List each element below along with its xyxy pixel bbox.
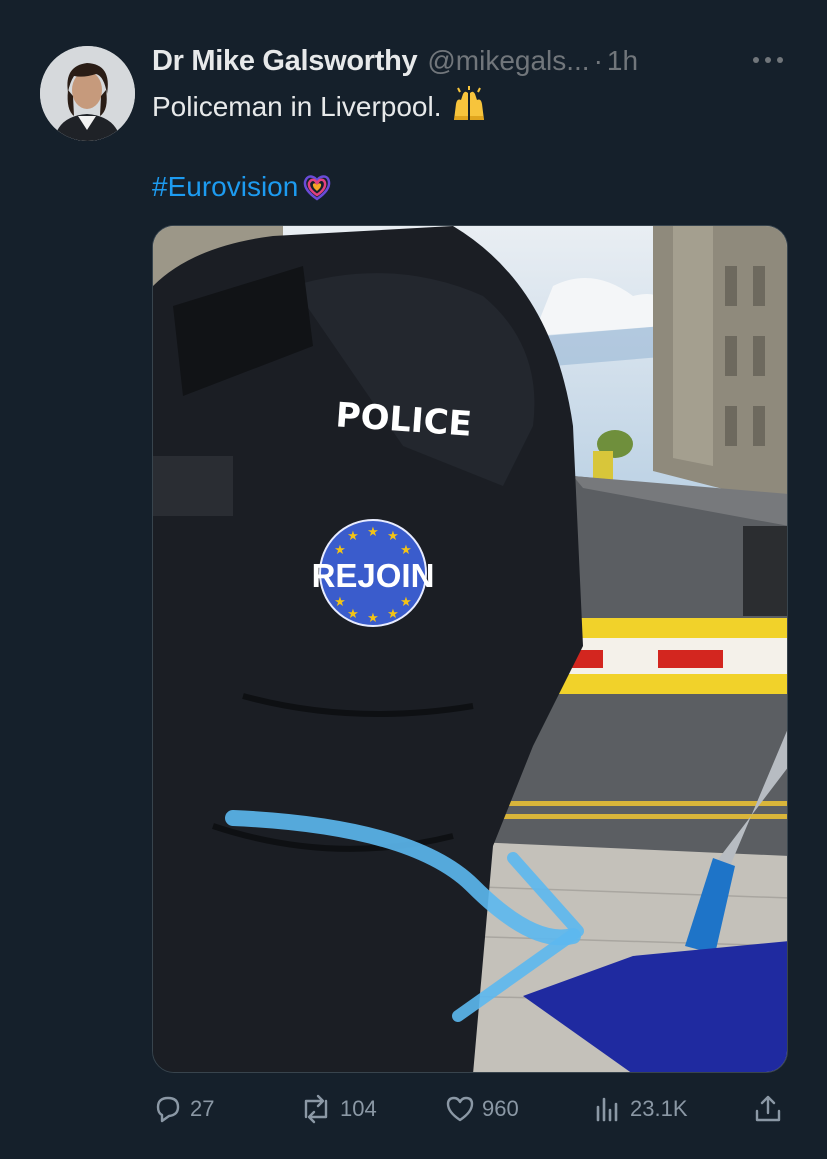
svg-text:★: ★ [347, 529, 359, 544]
separator: · [593, 45, 603, 76]
svg-text:★: ★ [347, 607, 359, 622]
share-button[interactable] [752, 1088, 784, 1130]
like-count: 960 [482, 1096, 519, 1121]
svg-text:★: ★ [387, 529, 399, 544]
avatar[interactable] [40, 46, 135, 141]
svg-text:★: ★ [400, 595, 412, 610]
repost-button[interactable]: 104 [298, 1088, 377, 1130]
tweet-text: Policeman in Liverpool. [152, 86, 488, 132]
like-button[interactable]: 960 [444, 1088, 519, 1130]
like-icon [444, 1093, 476, 1125]
avatar-image [40, 46, 135, 141]
svg-text:★: ★ [334, 543, 346, 558]
raising-hands-icon [450, 86, 488, 132]
tweet-photo[interactable]: POLICE ★ ★ ★ ★ ★ ★ ★ ★ ★ ★ REJOIN [152, 225, 788, 1073]
reply-button[interactable]: 27 [152, 1088, 214, 1130]
tweet-header: Dr Mike Galsworthy @mikegals... · 1h [152, 42, 638, 80]
timestamp[interactable]: 1h [607, 45, 638, 77]
reply-icon [152, 1093, 184, 1125]
reply-count: 27 [190, 1096, 215, 1121]
photo-image: POLICE ★ ★★ ★★ ★★ ★ ★★ REJOIN [153, 226, 787, 1072]
svg-text:★: ★ [367, 525, 379, 540]
svg-text:★: ★ [367, 611, 379, 626]
tweet-body: Policeman in Liverpool. [152, 91, 442, 122]
badge-text: REJOIN [312, 557, 435, 594]
svg-text:★: ★ [334, 595, 346, 610]
author-handle[interactable]: @mikegals... [427, 45, 589, 77]
hashtag-link[interactable]: #Eurovision [152, 171, 298, 202]
eurovision-heart-icon [304, 172, 332, 212]
author-name[interactable]: Dr Mike Galsworthy [152, 45, 418, 78]
share-icon [752, 1093, 784, 1125]
tweet-actions: 27 104 960 23.1K [152, 1088, 788, 1130]
hashtag-line: #Eurovision [152, 168, 332, 212]
svg-text:★: ★ [387, 607, 399, 622]
more-icon[interactable] [748, 45, 788, 75]
repost-count: 104 [340, 1096, 377, 1121]
views-button[interactable]: 23.1K [592, 1088, 688, 1130]
views-count: 23.1K [630, 1096, 688, 1121]
svg-text:★: ★ [400, 543, 412, 558]
views-icon [592, 1093, 624, 1125]
repost-icon [298, 1093, 334, 1125]
